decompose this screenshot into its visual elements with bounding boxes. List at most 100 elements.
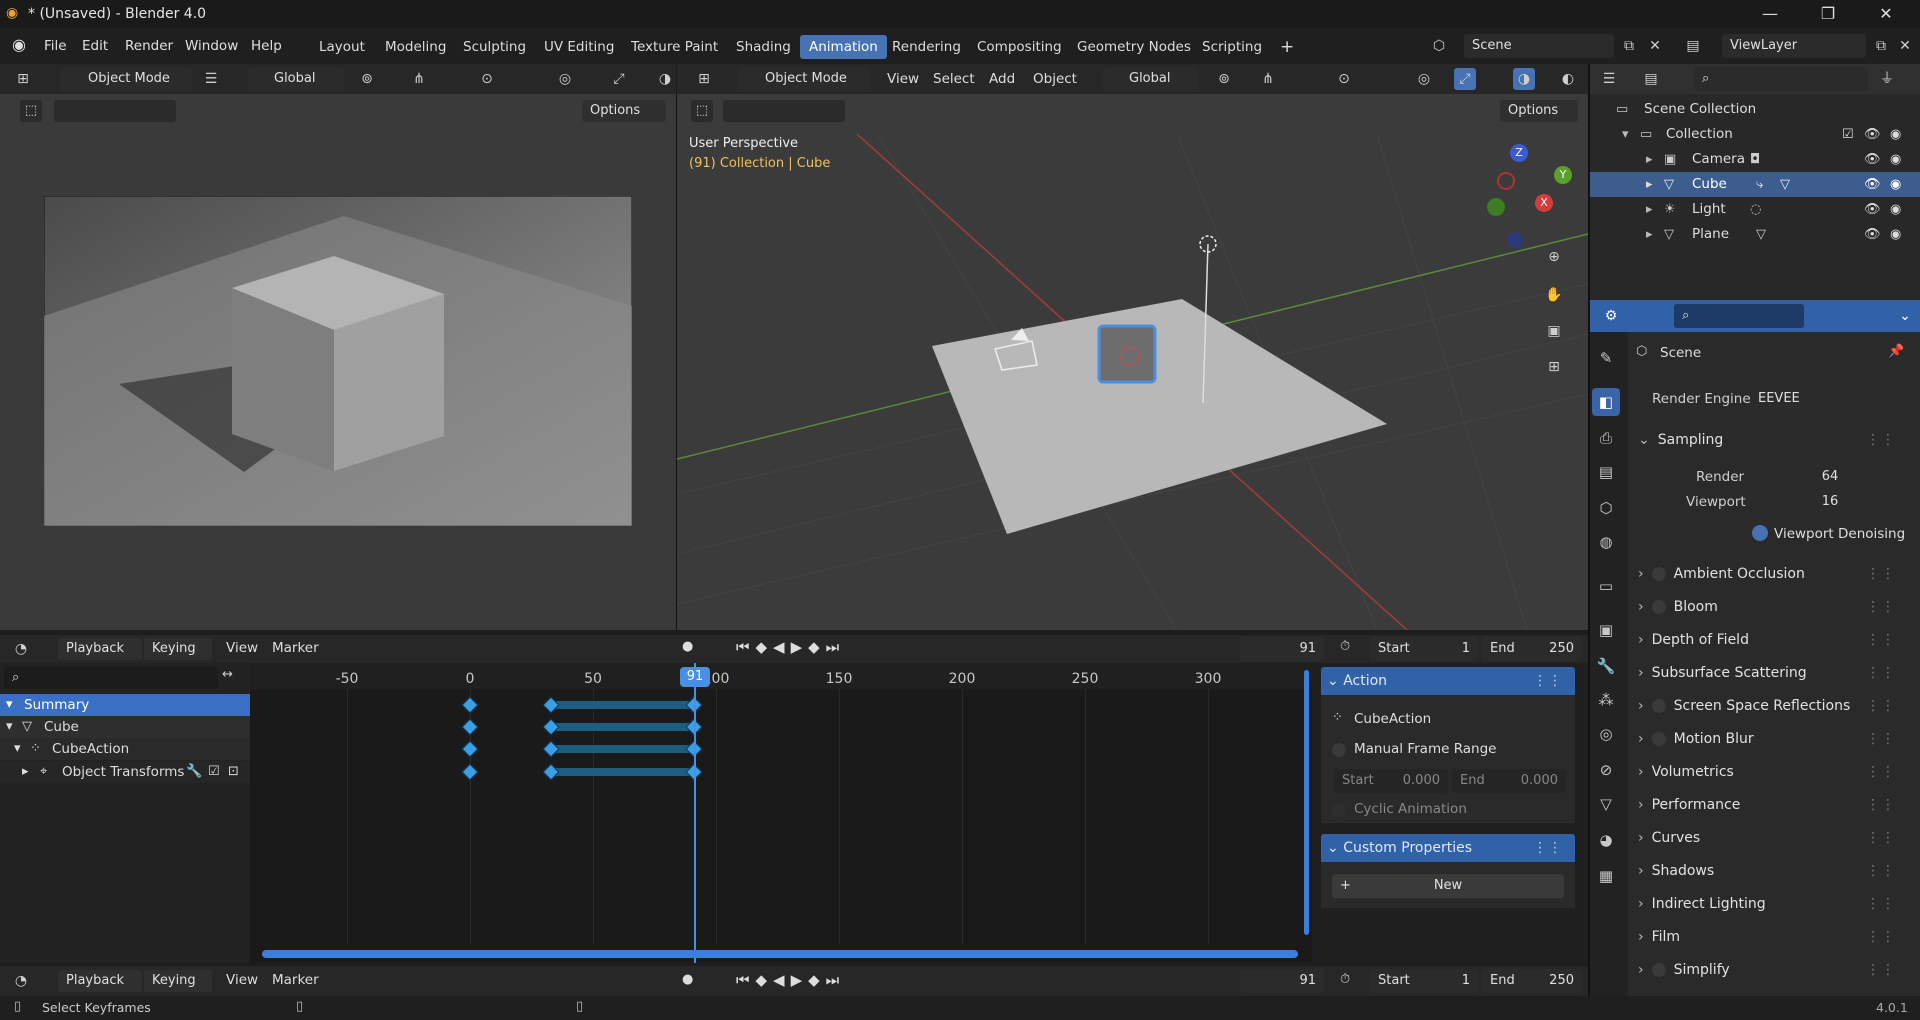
timeline-editor-type-icon[interactable]: ◔ bbox=[10, 970, 32, 992]
scene-name-field[interactable]: Scene bbox=[1464, 34, 1614, 58]
panel-indirect-lighting[interactable]: › Indirect Lighting ⋮⋮ bbox=[1638, 888, 1908, 920]
collapse-arrow-icon[interactable]: ▾ bbox=[14, 738, 21, 760]
outliner-scene-collection[interactable]: ▭ Scene Collection bbox=[1590, 97, 1920, 122]
tab-layout[interactable]: Layout bbox=[310, 35, 374, 59]
editor-type-icon[interactable]: ⊞ bbox=[12, 68, 34, 90]
action-panel-header[interactable]: ⌄ Action ⋮⋮ bbox=[1321, 667, 1575, 695]
viewport-mode-dropdown[interactable]: Object Mode bbox=[737, 67, 871, 91]
outliner-display-mode-icon[interactable]: ▤ bbox=[1640, 68, 1662, 90]
outliner-item-light[interactable]: ▸ ☀ Light ◌ 👁 ◉ bbox=[1590, 197, 1920, 222]
menu-help[interactable]: Help bbox=[251, 38, 282, 54]
viewport-menu-object[interactable]: Object bbox=[1033, 71, 1077, 87]
gizmo-icon[interactable]: ⤢ bbox=[608, 68, 630, 90]
sampling-viewport-field[interactable]: 16 bbox=[1752, 490, 1908, 514]
collection-checkbox-icon[interactable]: ☑ bbox=[1842, 122, 1854, 147]
panel-enable-checkbox[interactable] bbox=[1651, 600, 1666, 614]
start-frame-field[interactable]: Start 1 bbox=[1370, 637, 1478, 661]
light-eye-icon[interactable]: 👁 bbox=[1864, 197, 1881, 222]
drag-handle-icon[interactable]: ⋮⋮ bbox=[1866, 591, 1896, 623]
timeline-view-menu[interactable]: View bbox=[226, 972, 258, 988]
plane-render-icon[interactable]: ◉ bbox=[1890, 222, 1901, 247]
panel-performance[interactable]: › Performance ⋮⋮ bbox=[1638, 789, 1908, 821]
action-name-label[interactable]: CubeAction bbox=[1354, 711, 1431, 727]
collection-eye-icon[interactable]: 👁 bbox=[1864, 122, 1881, 147]
panel-enable-checkbox[interactable] bbox=[1651, 699, 1666, 713]
camera-view-icon[interactable]: ▣ bbox=[1543, 320, 1565, 342]
channel-object-transforms[interactable]: ▸ ⌖ Object Transforms 🔧 ☑ ⊡ bbox=[0, 761, 250, 783]
sync-arrows-icon[interactable]: ↔ bbox=[222, 667, 233, 682]
view-layer-field[interactable]: ViewLayer bbox=[1722, 34, 1866, 58]
record-icon[interactable]: ● bbox=[682, 639, 693, 654]
camera-eye-icon[interactable]: 👁 bbox=[1864, 147, 1881, 172]
collection-camera-icon[interactable]: ◉ bbox=[1890, 122, 1901, 147]
snap-icon[interactable]: ⋔ bbox=[408, 68, 430, 90]
viewport-denoising-checkbox[interactable] bbox=[1752, 525, 1768, 541]
drag-handle-icon[interactable]: ⋮⋮ bbox=[1866, 855, 1896, 887]
expand-arrow-icon[interactable]: ▸ bbox=[1646, 147, 1653, 172]
panel-shadows[interactable]: › Shadows ⋮⋮ bbox=[1638, 855, 1908, 887]
sampling-render-field[interactable]: 64 bbox=[1752, 465, 1908, 489]
left-options-button[interactable]: Options bbox=[582, 100, 666, 122]
delete-view-layer-icon[interactable]: ✕ bbox=[1894, 35, 1916, 57]
expand-arrow-icon[interactable]: ▸ bbox=[22, 761, 29, 783]
tab-uv-editing[interactable]: UV Editing bbox=[535, 35, 623, 59]
viewport-selection-mode-group[interactable] bbox=[723, 100, 845, 122]
expand-arrow-icon[interactable]: ▸ bbox=[1646, 172, 1653, 197]
menu-edit[interactable]: Edit bbox=[82, 38, 108, 54]
drag-handle-icon[interactable]: ⋮⋮ bbox=[1866, 756, 1896, 788]
channel-summary[interactable]: ▾ Summary bbox=[0, 694, 250, 716]
plane-eye-icon[interactable]: 👁 bbox=[1864, 222, 1881, 247]
modifiers-tab-icon[interactable]: 🔧 bbox=[1592, 652, 1620, 680]
drag-handle-icon[interactable]: ⋮⋮ bbox=[1866, 558, 1896, 590]
tab-rendering[interactable]: Rendering bbox=[883, 35, 970, 59]
material-tab-icon[interactable]: ◕ bbox=[1592, 826, 1620, 854]
drag-handle-icon[interactable]: ⋮⋮ bbox=[1866, 424, 1896, 456]
viewport-editor-type-icon[interactable]: ⊞ bbox=[693, 68, 715, 90]
ortho-grid-icon[interactable]: ⊞ bbox=[1543, 356, 1565, 378]
timeline-record-icon[interactable]: ● bbox=[682, 972, 693, 987]
select-tool-icon[interactable]: ⬚ bbox=[20, 100, 42, 122]
dopesheet-horizontal-scrollbar[interactable] bbox=[262, 950, 1298, 958]
outliner-search-input[interactable]: ⌕ bbox=[1694, 67, 1868, 91]
viewport-snap-icon[interactable]: ⋔ bbox=[1257, 68, 1279, 90]
viewport-proportional-icon[interactable]: ⊙ bbox=[1333, 68, 1355, 90]
texture-tab-icon[interactable]: ▦ bbox=[1592, 862, 1620, 890]
particles-tab-icon[interactable]: ⁂ bbox=[1592, 686, 1620, 714]
proportional-icon[interactable]: ⊙ bbox=[476, 68, 498, 90]
drag-handle-icon[interactable]: ⋮⋮ bbox=[1866, 921, 1896, 953]
playhead-frame-indicator[interactable]: 91 bbox=[680, 667, 710, 687]
timeline-start-field[interactable]: Start 1 bbox=[1370, 969, 1478, 993]
tab-geometry-nodes[interactable]: Geometry Nodes bbox=[1068, 35, 1200, 59]
frame-ruler[interactable] bbox=[250, 663, 1312, 689]
gizmo-y-axis[interactable]: Y bbox=[1554, 166, 1572, 184]
outliner-collection[interactable]: ▾ ▭ Collection ☑ 👁 ◉ bbox=[1590, 122, 1920, 147]
viewport-menu-view[interactable]: View bbox=[887, 71, 919, 87]
panel-subsurface-scattering[interactable]: › Subsurface Scattering ⋮⋮ bbox=[1638, 657, 1908, 689]
panel-enable-checkbox[interactable] bbox=[1651, 963, 1666, 977]
playback-controls-icon[interactable]: ⏮◆◀▶◆⏭ bbox=[736, 638, 845, 656]
viewport-visibility-icon[interactable]: ◎ bbox=[1413, 68, 1435, 90]
panel-volumetrics[interactable]: › Volumetrics ⋮⋮ bbox=[1638, 756, 1908, 788]
tab-texture-paint[interactable]: Texture Paint bbox=[622, 35, 727, 59]
outliner-editor-type-icon[interactable]: ☰ bbox=[1598, 68, 1620, 90]
cube-eye-icon[interactable]: 👁 bbox=[1864, 172, 1881, 197]
world-tab-icon[interactable]: ◍ bbox=[1592, 528, 1620, 556]
drag-handle-icon[interactable]: ⋮⋮ bbox=[1866, 657, 1896, 689]
viewport-options-button[interactable]: Options bbox=[1500, 100, 1578, 122]
stopwatch-icon[interactable]: ⏱ bbox=[1340, 639, 1350, 654]
panel-enable-checkbox[interactable] bbox=[1651, 567, 1666, 581]
3d-viewport[interactable]: ⬚ Options User Perspective (91) Collecti… bbox=[677, 94, 1588, 630]
menu-file[interactable]: File bbox=[44, 38, 67, 54]
dopesheet-vertical-scrollbar[interactable] bbox=[1304, 670, 1309, 935]
object-tab-icon[interactable]: ▣ bbox=[1592, 616, 1620, 644]
viewport-overlay-toggle-icon[interactable]: ◑ bbox=[1513, 68, 1535, 90]
viewport-shading-icon[interactable]: ◐ bbox=[1557, 68, 1579, 90]
render-engine-dropdown[interactable]: EEVEE bbox=[1750, 387, 1910, 411]
view-layer-icon[interactable]: ▤ bbox=[1682, 35, 1704, 57]
minimize-button[interactable]: — bbox=[1750, 4, 1790, 24]
collapse-arrow-icon[interactable]: ▾ bbox=[6, 716, 13, 738]
timeline-current-frame-field[interactable]: 91 bbox=[1240, 969, 1324, 993]
panel-sampling[interactable]: ⌄ Sampling ⋮⋮ bbox=[1638, 424, 1908, 456]
timeline-playback-controls-icon[interactable]: ⏮◆◀▶◆⏭ bbox=[736, 971, 845, 989]
timeline-keying-menu[interactable]: Keying bbox=[144, 970, 212, 992]
